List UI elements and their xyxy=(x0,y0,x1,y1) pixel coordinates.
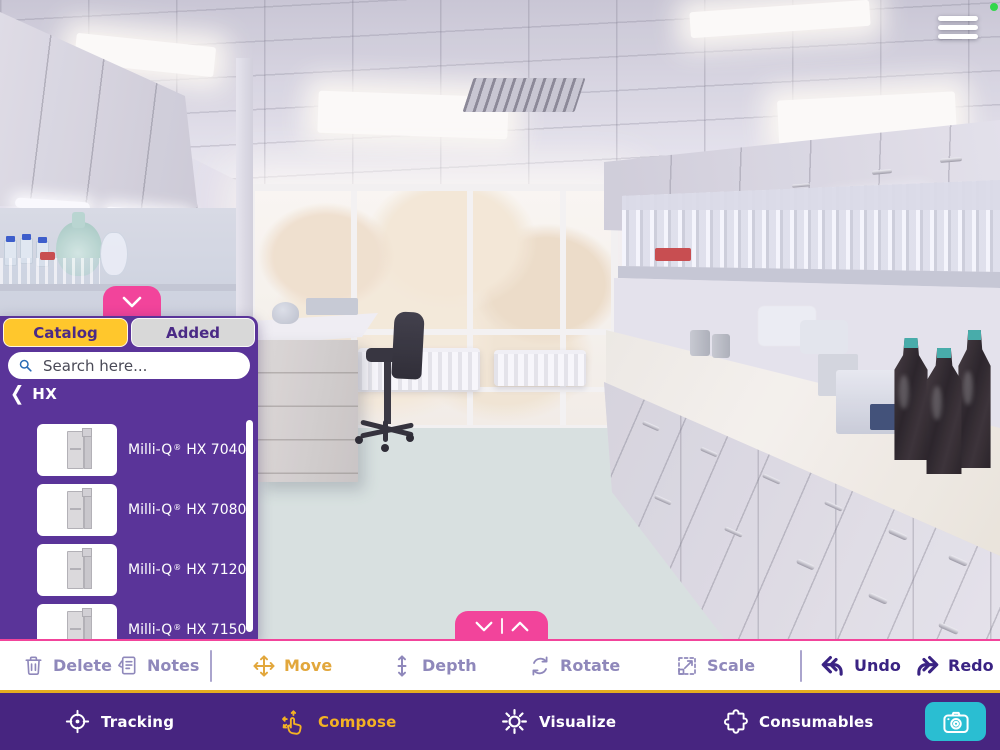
catalog-scrollbar[interactable] xyxy=(246,420,253,632)
move-tool-button[interactable]: Move xyxy=(252,641,332,690)
desk-item xyxy=(306,298,358,315)
desk-item xyxy=(272,302,299,324)
redo-button[interactable]: Redo xyxy=(914,641,994,690)
notes-label: Notes xyxy=(147,656,200,675)
chair-back xyxy=(391,311,425,380)
wrapped-package xyxy=(800,320,848,354)
consumables-label: Consumables xyxy=(759,712,874,731)
visualize-gear-icon xyxy=(502,709,527,734)
undo-button[interactable]: Undo xyxy=(820,641,901,690)
undo-label: Undo xyxy=(854,656,901,675)
radiator xyxy=(494,350,586,386)
catalog-collapse-button[interactable] xyxy=(103,286,161,317)
consumables-puzzle-icon xyxy=(723,709,748,734)
chair-caster xyxy=(406,434,414,442)
nav-consumables[interactable]: Consumables xyxy=(722,693,874,750)
nav-tracking[interactable]: Tracking xyxy=(64,693,174,750)
list-item-product[interactable]: Milli-Q ® HX 7080 xyxy=(0,480,247,540)
breadcrumb-label: HX xyxy=(32,385,58,403)
rotate-icon xyxy=(532,656,548,675)
nav-compose[interactable]: Compose xyxy=(280,693,397,750)
tab-added-label: Added xyxy=(166,323,220,342)
search-input[interactable] xyxy=(41,355,240,376)
ceiling-vent xyxy=(462,78,586,112)
toolbar-divider xyxy=(800,650,802,682)
rotate-tool-button[interactable]: Rotate xyxy=(528,641,620,690)
divider xyxy=(500,618,503,634)
compose-label: Compose xyxy=(318,712,397,731)
chevron-down-icon xyxy=(122,296,142,307)
pan-down-button[interactable] xyxy=(473,619,495,634)
depth-tool-button[interactable]: Depth xyxy=(390,641,477,690)
camera-capture-button[interactable] xyxy=(925,702,986,741)
chair-caster xyxy=(381,444,389,452)
visualize-label: Visualize xyxy=(539,712,617,731)
redo-label: Redo xyxy=(948,656,994,675)
product-label: Milli-Q ® HX 7150 xyxy=(128,622,247,638)
tracking-target-icon xyxy=(65,709,90,734)
list-item-product[interactable]: Milli-Q ® HX 7150 xyxy=(0,600,247,641)
pan-buttons xyxy=(455,611,548,641)
chair-column xyxy=(384,360,391,424)
glass-flask-neck xyxy=(72,212,85,228)
red-rack xyxy=(40,252,55,260)
rotate-label: Rotate xyxy=(560,656,621,675)
toolbar-divider xyxy=(210,650,212,682)
chair-caster xyxy=(355,436,363,444)
notes-icon xyxy=(118,656,136,675)
tab-catalog[interactable]: Catalog xyxy=(3,318,128,347)
compose-hand-icon xyxy=(282,709,302,735)
search-box xyxy=(8,352,250,379)
scale-icon xyxy=(678,656,696,675)
redo-icon xyxy=(917,655,939,676)
tab-added[interactable]: Added xyxy=(131,318,255,347)
scale-tool-button[interactable]: Scale xyxy=(675,641,755,690)
trash-icon xyxy=(25,656,42,676)
notes-button[interactable]: Notes xyxy=(116,641,199,690)
breadcrumb-back[interactable]: ❮ HX xyxy=(10,382,58,406)
undo-icon xyxy=(821,655,843,676)
tab-catalog-label: Catalog xyxy=(33,323,98,342)
nav-visualize[interactable]: Visualize xyxy=(500,693,616,750)
product-label: Milli-Q ® HX 7040 xyxy=(128,442,247,458)
move-icon xyxy=(253,655,275,676)
scale-label: Scale xyxy=(707,656,756,675)
depth-label: Depth xyxy=(422,656,477,675)
camera-icon xyxy=(942,711,969,733)
app-screen: Catalog Added ❮ HX Milli-Q®HX 7040 xyxy=(0,0,1000,750)
list-item-product[interactable]: Milli-Q ® HX 7120 xyxy=(0,540,247,600)
bottom-nav: Tracking Compose Visualize Consumables xyxy=(0,690,1000,750)
recording-indicator-dot xyxy=(990,3,998,11)
move-label: Move xyxy=(284,656,333,675)
glassware-row xyxy=(0,258,100,284)
steel-canister xyxy=(690,330,710,356)
catalog-panel: Catalog Added ❮ HX Milli-Q®HX 7040 xyxy=(0,316,258,641)
delete-button[interactable]: Delete xyxy=(22,641,112,690)
tracking-label: Tracking xyxy=(101,712,175,731)
product-thumbnail xyxy=(37,424,117,476)
edit-toolbar: Delete Notes Move Depth Rotate Scale Und… xyxy=(0,639,1000,690)
depth-icon xyxy=(397,655,407,676)
delete-label: Delete xyxy=(53,656,112,675)
product-label: Milli-Q ® HX 7080 xyxy=(128,502,247,518)
left-desk-cabinet xyxy=(258,340,358,482)
chair-base xyxy=(383,420,388,442)
product-label: Milli-Q ® HX 7120 xyxy=(128,562,247,578)
steel-canister xyxy=(712,334,730,358)
product-thumbnail xyxy=(37,484,117,536)
chevron-left-icon: ❮ xyxy=(10,382,25,406)
list-item-product[interactable]: Milli-Q ® HX 7040 xyxy=(0,420,247,480)
product-thumbnail xyxy=(37,544,117,596)
product-thumbnail xyxy=(37,604,117,641)
red-rack xyxy=(655,248,691,261)
search-icon xyxy=(19,359,32,372)
pan-up-button[interactable] xyxy=(509,619,531,634)
glass-flask xyxy=(100,232,128,276)
menu-button[interactable] xyxy=(936,12,980,44)
